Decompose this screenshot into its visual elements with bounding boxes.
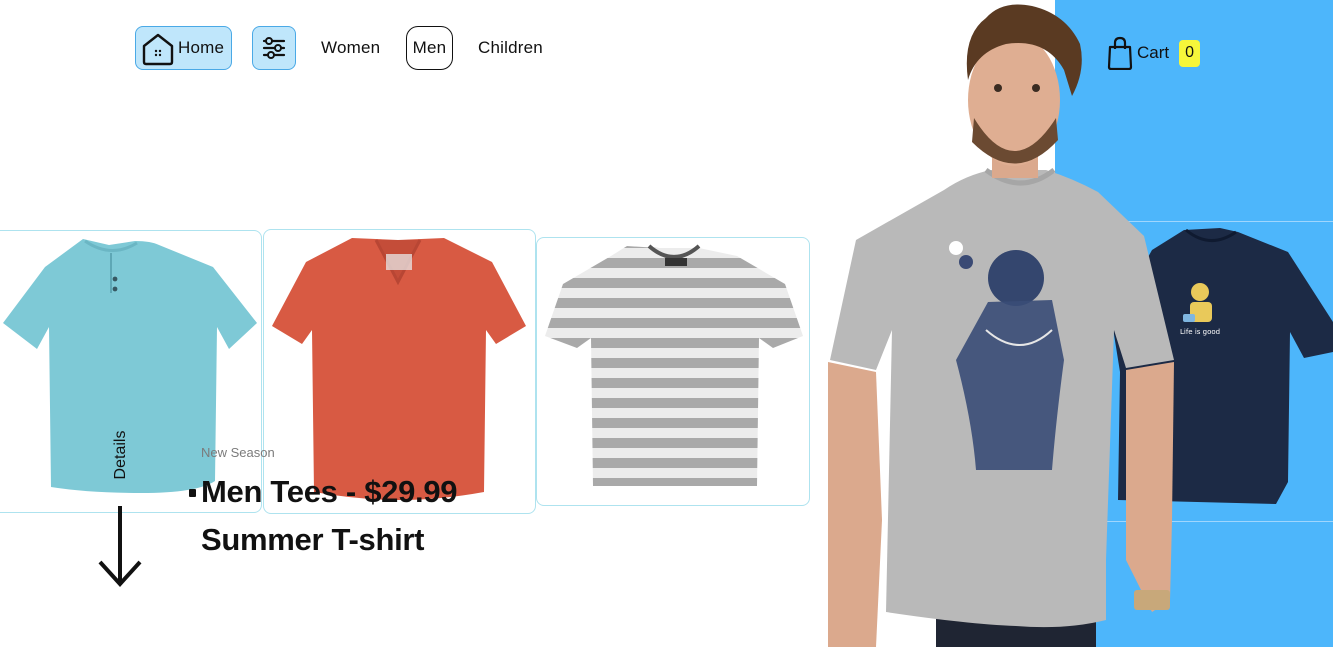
nav-men[interactable]: Men: [406, 26, 453, 70]
hero-title: Men Tees - $29.99: [201, 474, 458, 509]
nav-children[interactable]: Children: [478, 38, 543, 58]
cart-button[interactable]: Cart 0: [1107, 36, 1201, 70]
product-card-grey-striped-tee[interactable]: [536, 237, 810, 506]
arrow-down-icon[interactable]: [98, 504, 144, 588]
sliders-icon: [262, 37, 286, 59]
nav-home-button[interactable]: Home: [135, 26, 232, 70]
details-link[interactable]: Details: [106, 425, 136, 485]
cart-count-badge: 0: [1179, 39, 1201, 67]
nav-home-label: Home: [178, 38, 225, 57]
product-card-red-vneck-tee[interactable]: [263, 229, 536, 514]
cart-label: Cart: [1137, 43, 1170, 62]
title-bullet: [189, 489, 196, 497]
details-label: Details: [112, 430, 129, 480]
hero-subtitle: Summer T-shirt: [201, 522, 425, 557]
model-photo: [826, 0, 1176, 652]
eyebrow-text: New Season: [201, 445, 275, 460]
nav-women[interactable]: Women: [321, 38, 380, 58]
svg-text:Life is good: Life is good: [1180, 328, 1220, 336]
home-icon: [142, 33, 174, 66]
shopping-bag-icon: [1107, 36, 1133, 70]
filter-button[interactable]: [252, 26, 296, 70]
